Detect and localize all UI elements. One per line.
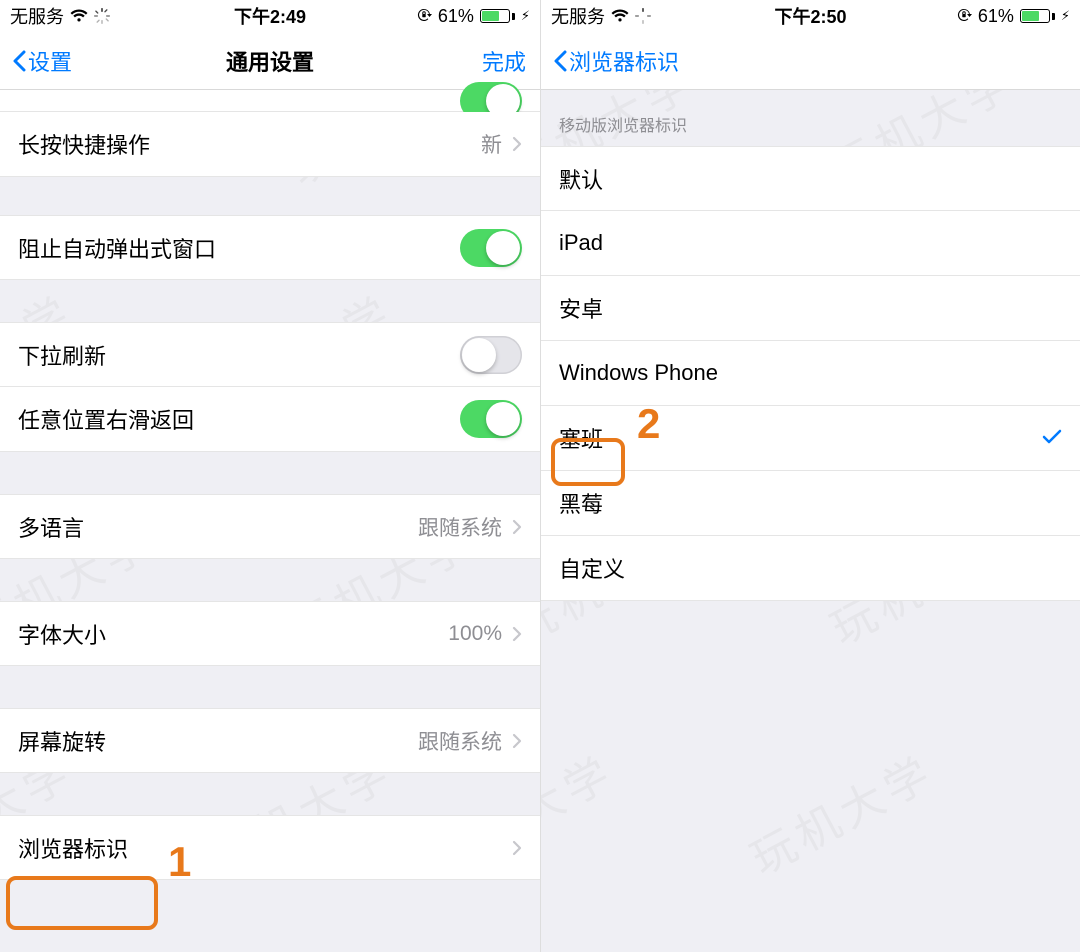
option-label: 默认 <box>559 163 603 195</box>
chevron-right-icon <box>512 840 522 856</box>
toggle-switch[interactable] <box>460 336 522 374</box>
annotation-highlight <box>6 876 158 930</box>
option-label: 自定义 <box>559 552 625 584</box>
settings-row-language[interactable]: 多语言 跟随系统 <box>0 494 540 559</box>
rotation-lock-icon <box>956 8 972 24</box>
nav-bar: 浏览器标识 <box>541 32 1080 90</box>
ua-option-ipad[interactable]: iPad <box>541 211 1080 276</box>
settings-row-rotation[interactable]: 屏幕旋转 跟随系统 <box>0 708 540 773</box>
row-label: 长按快捷操作 <box>18 128 150 160</box>
settings-row-partial[interactable] <box>0 90 540 112</box>
carrier-label: 无服务 <box>10 3 64 29</box>
settings-row-swipe-back[interactable]: 任意位置右滑返回 <box>0 387 540 452</box>
ua-option-symbian[interactable]: 塞班 <box>541 406 1080 471</box>
row-label: 下拉刷新 <box>18 339 106 371</box>
page-title: 通用设置 <box>226 45 314 77</box>
wifi-icon <box>611 9 629 23</box>
row-value: 跟随系统 <box>418 726 502 756</box>
battery-icon <box>1020 9 1055 23</box>
battery-percent-label: 61% <box>978 6 1014 27</box>
screen-user-agent: 玩机大学 玩机大学 玩机大学 玩机大学 玩机大学 玩机大学 玩机大学 玩机大学 … <box>540 0 1080 952</box>
back-label: 设置 <box>28 45 72 77</box>
row-label: 任意位置右滑返回 <box>18 403 194 435</box>
clock-label: 下午2:49 <box>234 3 306 29</box>
option-label: 安卓 <box>559 292 603 324</box>
row-label: 阻止自动弹出式窗口 <box>18 232 216 264</box>
row-value: 新 <box>481 129 502 159</box>
checkmark-icon <box>1042 425 1062 451</box>
section-header: 移动版浏览器标识 <box>541 90 1080 146</box>
ua-option-windows-phone[interactable]: Windows Phone <box>541 341 1080 406</box>
screen-general-settings: 玩机大学 玩机大学 玩机大学 玩机大学 玩机大学 玩机大学 玩机大学 玩机大学 … <box>0 0 540 952</box>
battery-icon <box>480 9 515 23</box>
back-button[interactable]: 设置 <box>12 45 72 77</box>
status-bar: 无服务 下午2:50 61% ⚡︎ <box>541 0 1080 32</box>
chevron-right-icon <box>512 733 522 749</box>
loading-icon <box>94 8 110 24</box>
rotation-lock-icon <box>416 8 432 24</box>
settings-row-longpress[interactable]: 长按快捷操作 新 <box>0 112 540 177</box>
settings-row-pull-refresh[interactable]: 下拉刷新 <box>0 322 540 387</box>
back-label: 浏览器标识 <box>569 45 679 77</box>
option-label: iPad <box>559 230 603 256</box>
chevron-right-icon <box>512 519 522 535</box>
loading-icon <box>635 8 651 24</box>
option-label: 塞班 <box>559 422 603 454</box>
row-label: 多语言 <box>18 511 84 543</box>
row-label: 屏幕旋转 <box>18 725 106 757</box>
chevron-left-icon <box>12 50 26 72</box>
toggle-switch[interactable] <box>460 400 522 438</box>
wifi-icon <box>70 9 88 23</box>
settings-row-font-size[interactable]: 字体大小 100% <box>0 601 540 666</box>
option-label: 黑莓 <box>559 487 603 519</box>
row-label: 字体大小 <box>18 618 106 650</box>
clock-label: 下午2:50 <box>774 3 846 29</box>
option-label: Windows Phone <box>559 360 718 386</box>
chevron-left-icon <box>553 50 567 72</box>
row-value: 跟随系统 <box>418 512 502 542</box>
row-label: 浏览器标识 <box>18 832 128 864</box>
toggle-switch[interactable] <box>460 229 522 267</box>
ua-option-blackberry[interactable]: 黑莓 <box>541 471 1080 536</box>
battery-percent-label: 61% <box>438 6 474 27</box>
nav-bar: 设置 通用设置 完成 <box>0 32 540 90</box>
done-button[interactable]: 完成 <box>482 45 526 77</box>
ua-option-custom[interactable]: 自定义 <box>541 536 1080 601</box>
chevron-right-icon <box>512 136 522 152</box>
settings-row-user-agent[interactable]: 浏览器标识 <box>0 815 540 880</box>
chevron-right-icon <box>512 626 522 642</box>
charging-icon: ⚡︎ <box>521 8 530 24</box>
ua-option-android[interactable]: 安卓 <box>541 276 1080 341</box>
ua-option-default[interactable]: 默认 <box>541 146 1080 211</box>
status-bar: 无服务 下午2:49 61% ⚡︎ <box>0 0 540 32</box>
row-value: 100% <box>448 622 502 646</box>
carrier-label: 无服务 <box>551 3 605 29</box>
charging-icon: ⚡︎ <box>1061 8 1070 24</box>
back-button[interactable]: 浏览器标识 <box>553 45 679 77</box>
settings-row-popup-blocker[interactable]: 阻止自动弹出式窗口 <box>0 215 540 280</box>
